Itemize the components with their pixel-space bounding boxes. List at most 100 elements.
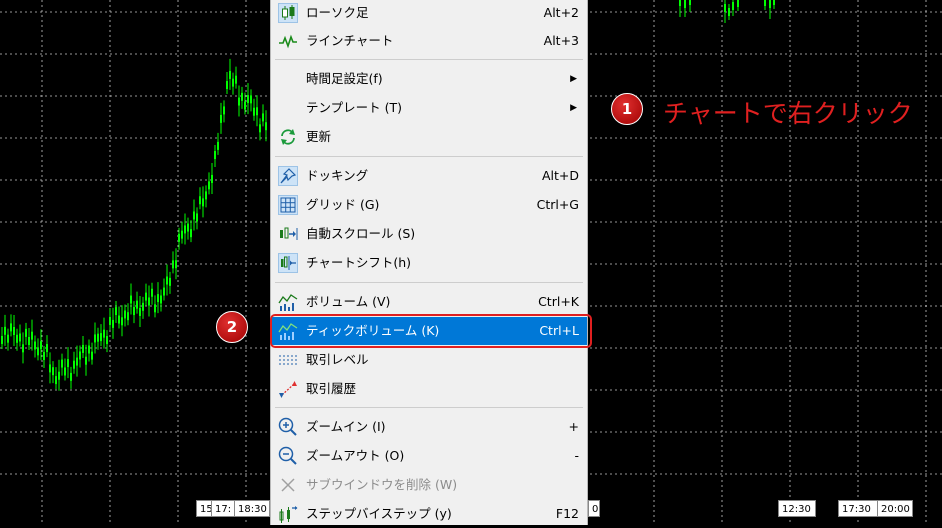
step-badge-2: 2 <box>216 311 248 343</box>
time-label: 12:30 <box>778 500 816 517</box>
menu-item-docking[interactable]: ドッキング Alt+D <box>271 162 587 190</box>
candle-body <box>136 300 138 309</box>
candle-body <box>241 92 243 101</box>
time-label: 20:00 <box>877 500 913 517</box>
time-label: 18:30 <box>234 500 270 517</box>
candle-body <box>163 287 165 296</box>
candle-body <box>16 334 18 343</box>
candle-body <box>100 333 102 342</box>
candle-body <box>202 198 204 207</box>
trade-history-icon <box>278 379 298 399</box>
step-badge-1: 1 <box>611 93 643 125</box>
chart-shift-icon <box>278 253 298 273</box>
candle-body <box>70 372 72 381</box>
candle-body <box>37 347 39 356</box>
auto-scroll-icon <box>278 224 298 244</box>
line-chart-icon <box>278 31 298 51</box>
candle-body <box>19 333 21 342</box>
candle-body <box>247 95 249 104</box>
time-label: 0 <box>588 500 600 517</box>
candle-body <box>61 359 63 368</box>
candle-body <box>25 328 27 337</box>
candle-body <box>172 260 174 269</box>
candle-body <box>145 292 147 301</box>
candle-body <box>22 344 24 353</box>
menu-item-timeframe[interactable]: 時間足設定(f) ▶ <box>271 65 587 93</box>
volume-icon <box>278 292 298 312</box>
candle-body <box>67 359 69 368</box>
time-label: 17: <box>211 500 235 517</box>
candle-body <box>737 0 739 7</box>
menu-item-grid[interactable]: グリッド (G) Ctrl+G <box>271 191 587 219</box>
candle-body <box>34 341 36 350</box>
candle-body <box>1 335 3 344</box>
candle-body <box>43 351 45 360</box>
candle-body <box>773 0 775 5</box>
candle-body <box>82 344 84 353</box>
menu-item-auto-scroll[interactable]: 自動スクロール (S) <box>271 220 587 248</box>
candle-body <box>190 229 192 238</box>
candle-body <box>160 295 162 304</box>
candle-body <box>232 78 234 87</box>
candle-body <box>154 304 156 313</box>
candle-body <box>220 114 222 123</box>
candle-body <box>106 336 108 345</box>
candle-body <box>4 326 6 335</box>
menu-item-trade-levels[interactable]: 取引レベル <box>271 346 587 374</box>
candle-body <box>13 326 15 335</box>
close-icon <box>278 475 298 495</box>
candle-body <box>199 196 201 205</box>
candle-body <box>732 2 734 10</box>
candlestick-icon <box>278 3 298 23</box>
candle-body <box>214 151 216 160</box>
candle-body <box>148 297 150 306</box>
menu-item-refresh[interactable]: 更新 <box>271 123 587 151</box>
candle-body <box>226 81 228 90</box>
candle-body <box>58 371 60 380</box>
candle-body <box>130 295 132 304</box>
candle-body <box>40 341 42 350</box>
zoom-in-icon <box>278 417 298 437</box>
candle-body <box>112 319 114 328</box>
menu-item-zoom-out[interactable]: ズームアウト (O) - <box>271 442 587 470</box>
candle-body <box>187 223 189 232</box>
candle-body <box>118 315 120 324</box>
candle-body <box>250 95 252 104</box>
chart-context-menu: ローソク足 Alt+2 ラインチャート Alt+3 時間足設定(f) ▶ テンプ… <box>270 0 588 525</box>
candle-body <box>181 230 183 239</box>
candle-body <box>223 106 225 115</box>
candle-body <box>28 336 30 345</box>
candle-body <box>217 141 219 150</box>
menu-item-step-by-step[interactable]: ステップバイステップ (y) F12 <box>271 500 587 528</box>
time-label: 15 <box>196 500 213 517</box>
candle-body <box>64 367 66 376</box>
menu-item-template[interactable]: テンプレート (T) ▶ <box>271 94 587 122</box>
time-label: 17:30 <box>838 500 878 517</box>
menu-item-remove-subwindow: サブウインドウを削除 (W) <box>271 471 587 499</box>
menu-item-volume[interactable]: ボリューム (V) Ctrl+K <box>271 288 587 316</box>
candle-body <box>109 316 111 325</box>
candle-body <box>115 307 117 316</box>
highlight-frame <box>270 314 592 348</box>
candle-body <box>151 288 153 297</box>
menu-item-trade-history[interactable]: 取引履歴 <box>271 375 587 403</box>
candle-body <box>169 277 171 286</box>
candle-body <box>139 307 141 316</box>
candle-body <box>184 225 186 234</box>
candle-body <box>689 0 691 5</box>
menu-item-line-chart[interactable]: ラインチャート Alt+3 <box>271 27 587 55</box>
trade-levels-icon <box>278 350 298 370</box>
candle-body <box>256 107 258 116</box>
menu-item-zoom-in[interactable]: ズームイン (I) + <box>271 413 587 441</box>
candle-body <box>205 191 207 200</box>
candle-body <box>91 351 93 360</box>
menu-item-chart-shift[interactable]: チャートシフト(h) <box>271 249 587 277</box>
pin-icon <box>278 166 298 186</box>
candle-body <box>262 113 264 122</box>
candle-body <box>88 345 90 354</box>
menu-item-candlestick[interactable]: ローソク足 Alt+2 <box>271 0 587 27</box>
candle-body <box>235 75 237 84</box>
candle-body <box>121 317 123 326</box>
candle-body <box>175 260 177 269</box>
candle-body <box>253 107 255 116</box>
